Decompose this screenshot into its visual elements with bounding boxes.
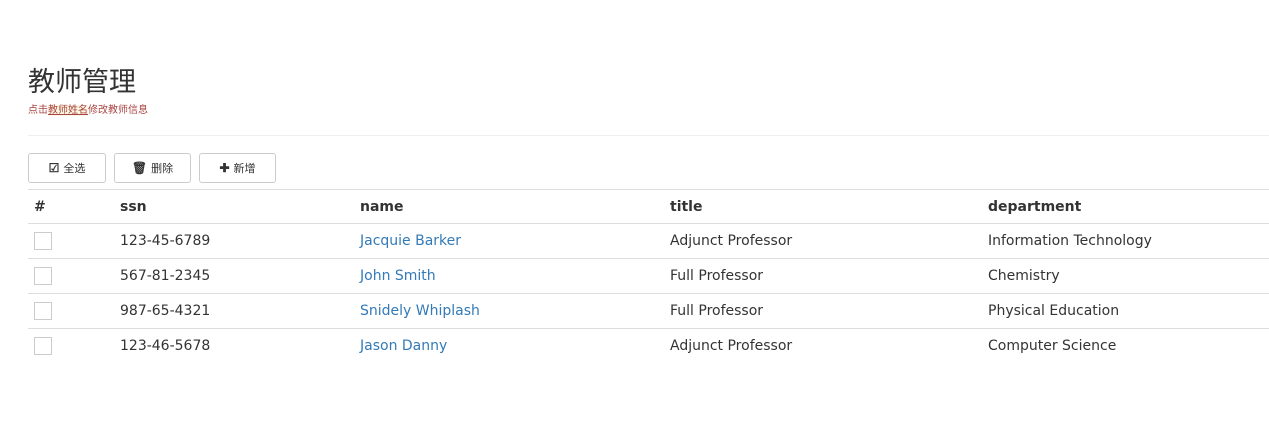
trash-icon: 🗑: [131, 161, 148, 175]
plus-icon: ✚: [219, 161, 230, 175]
name-cell: Jacquie Barker: [354, 224, 664, 259]
row-checkbox[interactable]: [34, 232, 52, 250]
header-divider: [28, 135, 1269, 136]
department-cell: Computer Science: [982, 328, 1269, 363]
table-row: 987-65-4321 Snidely Whiplash Full Profes…: [28, 293, 1269, 329]
row-select-cell: [28, 224, 114, 259]
teacher-name-link[interactable]: John Smith: [360, 268, 436, 284]
page-header: 教师管理 点击教师姓名修改教师信息: [28, 66, 148, 117]
subtitle-highlight: 教师姓名: [48, 105, 88, 116]
page-title: 教师管理: [28, 67, 136, 98]
title-cell: Full Professor: [664, 293, 982, 329]
row-checkbox[interactable]: [34, 337, 52, 355]
department-cell: Chemistry: [982, 258, 1269, 294]
name-cell: Jason Danny: [354, 328, 664, 363]
teacher-name-link[interactable]: Jason Danny: [360, 338, 447, 354]
department-cell: Information Technology: [988, 233, 1152, 249]
column-header-title: title: [664, 189, 982, 224]
delete-button[interactable]: 🗑 删除: [114, 153, 191, 183]
ssn-cell: 987-65-4321: [114, 293, 354, 329]
title-cell: Adjunct Professor: [670, 233, 793, 249]
add-button[interactable]: ✚ 新增: [199, 153, 276, 183]
name-cell: John Smith: [354, 258, 664, 294]
column-header-index: #: [28, 189, 114, 224]
row-checkbox[interactable]: [34, 302, 52, 320]
title-cell: Full Professor: [664, 258, 982, 294]
column-header-department: department: [982, 189, 1269, 224]
row-select-cell: [28, 293, 114, 329]
ssn-cell: 567-81-2345: [114, 258, 354, 294]
table-row: 123-46-5678 Jason Danny Adjunct Professo…: [28, 328, 1269, 363]
row-checkbox[interactable]: [34, 267, 52, 285]
page: 教师管理 点击教师姓名修改教师信息 ☑ 全选 🗑 删除 ✚ 新增 # ssn n…: [0, 0, 1269, 439]
check-square-icon: ☑: [48, 161, 60, 175]
table-row: 567-81-2345 John Smith Full Professor Ch…: [28, 258, 1269, 294]
teacher-name-link[interactable]: Snidely Whiplash: [360, 303, 480, 319]
column-header-ssn: ssn: [114, 189, 354, 224]
row-select-cell: [28, 258, 114, 294]
column-header-name: name: [354, 189, 664, 224]
select-all-button[interactable]: ☑ 全选: [28, 153, 106, 183]
table-row: 123-45-6789 Jacquie Barker Adjunct Profe…: [28, 224, 1269, 259]
subtitle-suffix: 修改教师信息: [88, 105, 148, 116]
toolbar: ☑ 全选 🗑 删除 ✚ 新增: [28, 153, 276, 183]
department-cell: Physical Education: [982, 293, 1269, 329]
teacher-table: # ssn name title department 123-45-6789 …: [28, 189, 1269, 363]
subtitle-prefix: 点击: [28, 105, 48, 116]
name-cell: Snidely Whiplash: [354, 293, 664, 329]
select-all-label: 全选: [63, 163, 86, 175]
ssn-cell: 123-45-6789: [120, 233, 211, 249]
table-header-row: # ssn name title department: [28, 189, 1269, 224]
teacher-name-link[interactable]: Jacquie Barker: [360, 233, 461, 249]
delete-label: 删除: [151, 163, 174, 175]
page-subtitle: 点击教师姓名修改教师信息: [28, 105, 148, 117]
add-label: 新增: [233, 163, 256, 175]
title-cell: Adjunct Professor: [664, 328, 982, 363]
row-select-cell: [28, 328, 114, 363]
ssn-cell: 123-46-5678: [114, 328, 354, 363]
